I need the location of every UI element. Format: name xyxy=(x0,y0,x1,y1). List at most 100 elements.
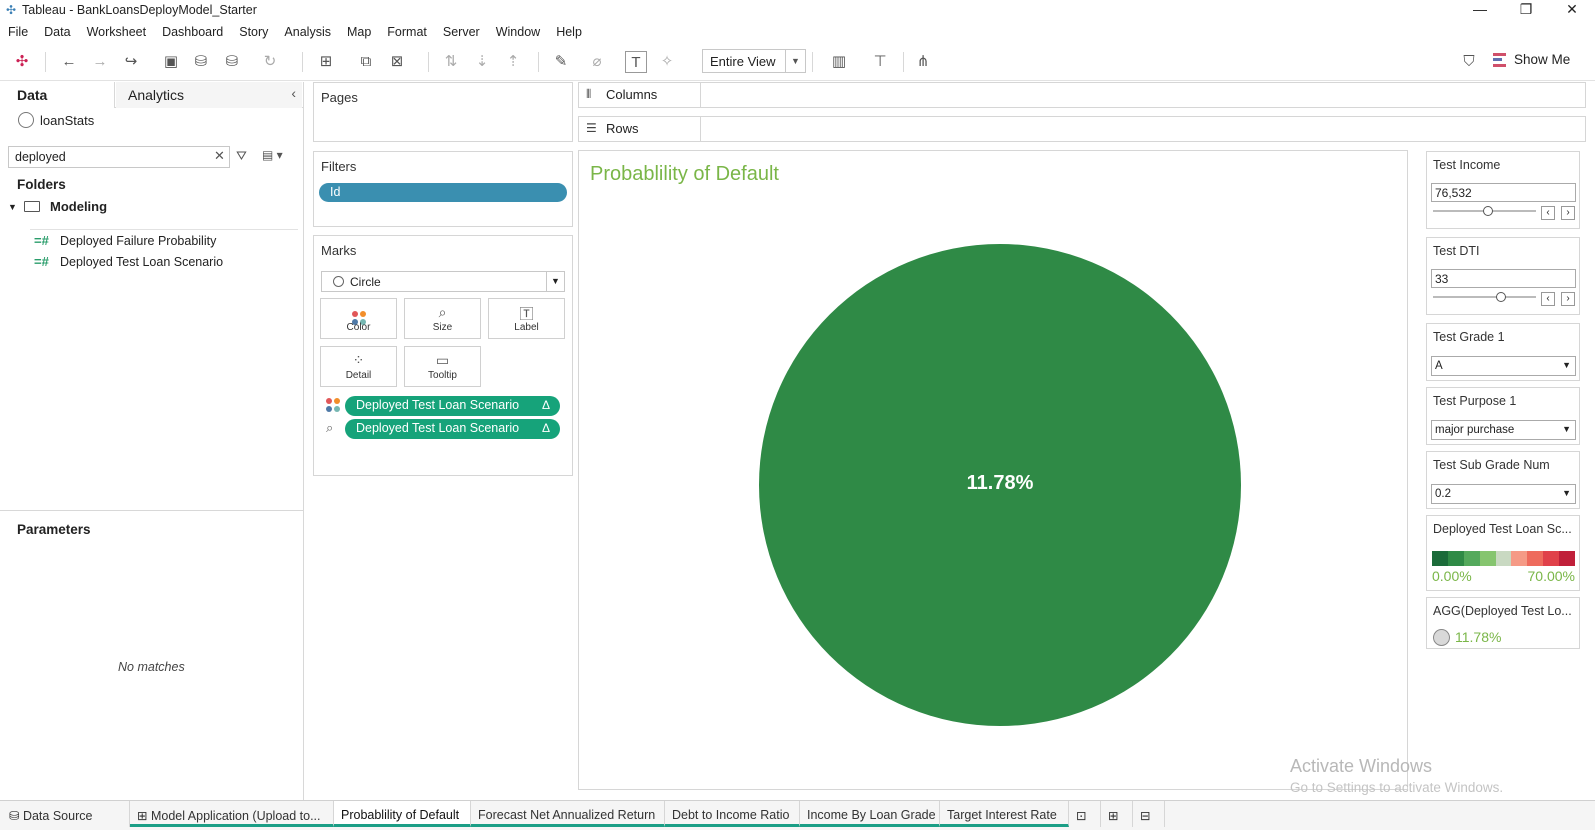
field-deployed-test-loan-scenario[interactable]: =# Deployed Test Loan Scenario xyxy=(34,254,223,269)
detail-button[interactable]: ⁘ Detail xyxy=(320,346,397,387)
swap-rows-columns-icon[interactable]: ⇅ xyxy=(440,51,462,73)
filters-shelf[interactable]: Filters Id xyxy=(313,151,573,227)
menu-data[interactable]: Data xyxy=(44,25,70,39)
highlight-icon[interactable]: ✎ xyxy=(550,51,572,73)
chevron-down-icon: ▼ xyxy=(1562,424,1571,434)
field-search-input[interactable]: deployed xyxy=(8,146,230,168)
test-income-input[interactable]: 76,532 xyxy=(1431,183,1576,202)
test-purpose-select[interactable]: major purchase ▼ xyxy=(1431,420,1576,440)
color-legend-bar xyxy=(1432,551,1576,566)
size-icon: ⌕ xyxy=(438,304,447,320)
legend-min-label: 0.00% xyxy=(1432,568,1472,584)
size-button[interactable]: ⌕ Size xyxy=(404,298,481,339)
tab-probability-of-default[interactable]: Probablility of Default xyxy=(334,801,471,827)
new-dashboard-tab-icon[interactable]: ⊞ xyxy=(1101,801,1133,827)
menu-analysis[interactable]: Analysis xyxy=(284,25,331,39)
menu-file[interactable]: File xyxy=(8,25,28,39)
view-data-icon[interactable]: ▤ ▾ xyxy=(262,148,283,162)
format-painter-icon[interactable]: ⛉ xyxy=(1458,51,1480,73)
tab-data[interactable]: Data xyxy=(0,82,115,108)
toolbar-separator xyxy=(302,52,303,72)
slider-thumb[interactable] xyxy=(1495,292,1506,302)
collapse-pane-icon[interactable]: ‹ xyxy=(291,85,296,101)
columns-shelf[interactable]: ⦀ Columns xyxy=(578,82,1586,108)
share-icon[interactable]: ⋔ xyxy=(912,51,934,73)
menu-window[interactable]: Window xyxy=(496,25,540,39)
calculated-field-icon: =# xyxy=(34,233,49,248)
sort-ascending-icon[interactable]: ⇣ xyxy=(471,51,493,73)
clear-search-icon[interactable]: ✕ xyxy=(214,148,225,164)
color-label: Color xyxy=(346,322,371,333)
tab-forecast-net-annualized-return[interactable]: Forecast Net Annualized Return xyxy=(471,801,665,827)
undo-icon[interactable]: ← xyxy=(58,51,80,73)
new-story-tab-icon[interactable]: ⊟ xyxy=(1133,801,1165,827)
menu-map[interactable]: Map xyxy=(347,25,371,39)
tab-model-application[interactable]: ⊞ Model Application (Upload to... xyxy=(130,801,334,827)
close-button[interactable]: ✕ xyxy=(1549,0,1595,20)
test-subgrade-select[interactable]: 0.2 ▼ xyxy=(1431,484,1576,504)
maximize-button[interactable]: ❐ xyxy=(1503,0,1549,20)
show-mark-labels-icon[interactable]: T xyxy=(625,51,647,73)
tableau-home-icon[interactable]: ✣ xyxy=(11,51,33,73)
show-hide-cards-icon[interactable]: ▥ xyxy=(828,51,850,73)
tab-target-interest-rate[interactable]: Target Interest Rate xyxy=(940,801,1069,827)
group-members-icon[interactable]: ⌀ xyxy=(586,51,608,73)
datasource-item[interactable]: loanStats xyxy=(18,112,94,128)
filter-fields-icon[interactable]: ⛛ xyxy=(236,148,247,164)
label-button[interactable]: 🅃 Label xyxy=(488,298,565,339)
marks-pill-label: Deployed Test Loan Scenario xyxy=(356,398,520,412)
legend-swatch xyxy=(1463,551,1480,566)
probability-mark-label: 11.78% xyxy=(966,472,1034,494)
new-worksheet-icon[interactable]: ⊞ xyxy=(315,51,337,73)
marks-pill-color[interactable]: Deployed Test Loan Scenario Δ xyxy=(345,396,560,416)
test-grade-select[interactable]: A ▼ xyxy=(1431,356,1576,376)
chevron-down-icon: ▼ xyxy=(546,272,564,291)
rows-shelf[interactable]: ☰ Rows xyxy=(578,116,1586,142)
color-encoding-icon xyxy=(326,398,342,414)
replay-icon[interactable]: ↪ xyxy=(120,51,142,73)
slider-thumb[interactable] xyxy=(1482,206,1493,216)
color-button[interactable]: Color xyxy=(320,298,397,339)
minimize-button[interactable]: — xyxy=(1457,0,1503,20)
menu-dashboard[interactable]: Dashboard xyxy=(162,25,223,39)
redo-icon[interactable]: → xyxy=(89,51,111,73)
duplicate-sheet-icon[interactable]: ⧉ xyxy=(355,51,377,73)
new-datasource-icon[interactable]: ⛁ xyxy=(190,51,212,73)
datasource-tab-icon: ⛁ xyxy=(9,809,23,823)
new-worksheet-tab-icon[interactable]: ⊡ xyxy=(1069,801,1101,827)
tab-debt-to-income-ratio[interactable]: Debt to Income Ratio xyxy=(665,801,800,827)
filter-pill-id[interactable]: Id xyxy=(319,183,567,202)
save-icon[interactable]: ▣ xyxy=(160,51,182,73)
increment-button[interactable]: › xyxy=(1561,206,1575,220)
show-me-button[interactable]: Show Me xyxy=(1493,52,1570,67)
tab-income-by-loan-grade[interactable]: Income By Loan Grade xyxy=(800,801,940,827)
pause-updates-icon[interactable]: ⛁ xyxy=(221,51,243,73)
clear-sheet-icon[interactable]: ⊠ xyxy=(386,51,408,73)
refresh-icon[interactable]: ↻ xyxy=(259,51,281,73)
menu-help[interactable]: Help xyxy=(556,25,582,39)
legend-swatch xyxy=(1447,551,1464,566)
tooltip-button[interactable]: ▭ Tooltip xyxy=(404,346,481,387)
menu-story[interactable]: Story xyxy=(239,25,268,39)
fix-axes-icon[interactable]: ✧ xyxy=(656,51,678,73)
legend-title: Deployed Test Loan Sc... xyxy=(1433,522,1572,536)
tab-data-source[interactable]: ⛁ Data Source xyxy=(0,801,130,827)
folder-modeling[interactable]: ▼ Modeling xyxy=(8,199,107,214)
marks-pill-size[interactable]: Deployed Test Loan Scenario Δ xyxy=(345,419,560,439)
fit-view-select[interactable]: Entire View ▼ xyxy=(702,49,806,73)
menu-worksheet[interactable]: Worksheet xyxy=(87,25,147,39)
menu-server[interactable]: Server xyxy=(443,25,480,39)
menu-format[interactable]: Format xyxy=(387,25,427,39)
presentation-mode-icon[interactable]: ⊤ xyxy=(869,51,891,73)
sort-descending-icon[interactable]: ⇡ xyxy=(502,51,524,73)
increment-button[interactable]: › xyxy=(1561,292,1575,306)
decrement-button[interactable]: ‹ xyxy=(1541,292,1555,306)
decrement-button[interactable]: ‹ xyxy=(1541,206,1555,220)
tab-analytics[interactable]: Analytics xyxy=(116,82,302,108)
field-deployed-failure-probability[interactable]: =# Deployed Failure Probability xyxy=(34,233,216,248)
mark-type-select[interactable]: Circle ▼ xyxy=(321,271,565,292)
test-dti-slider[interactable] xyxy=(1433,296,1536,298)
pages-shelf[interactable]: Pages xyxy=(313,82,573,142)
test-dti-input[interactable]: 33 xyxy=(1431,269,1576,288)
field-label: Deployed Failure Probability xyxy=(60,233,217,248)
